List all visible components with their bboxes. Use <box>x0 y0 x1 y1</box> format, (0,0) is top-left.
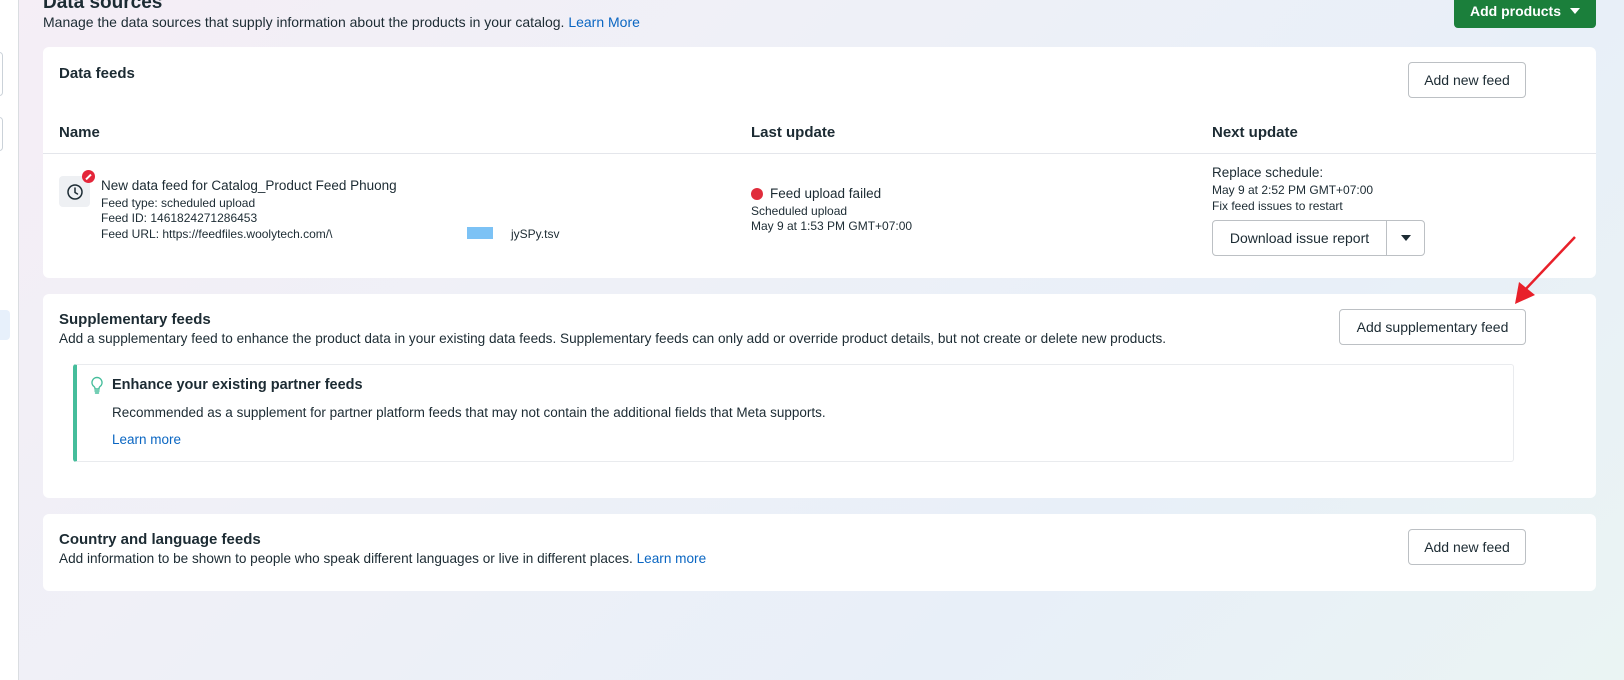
page-subtitle-text: Manage the data sources that supply info… <box>43 14 565 30</box>
chevron-down-icon <box>1570 8 1580 14</box>
feed-type: Feed type: scheduled upload <box>101 196 256 210</box>
lightbulb-icon <box>90 376 104 399</box>
country-description-text: Add information to be shown to people wh… <box>59 551 633 566</box>
column-header-name[interactable]: Name <box>59 124 100 141</box>
sidebar-selected-item[interactable] <box>0 310 10 340</box>
page-subtitle: Manage the data sources that supply info… <box>43 14 640 30</box>
next-update-time: May 9 at 2:52 PM GMT+07:00 <box>1212 183 1374 197</box>
country-language-feeds-card: Country and language feeds Add informati… <box>43 514 1596 591</box>
data-feeds-title: Data feeds <box>59 65 135 82</box>
add-new-feed-button[interactable]: Add new feed <box>1408 62 1526 98</box>
error-status-dot <box>751 188 763 200</box>
download-issue-report-split-button: Download issue report <box>1212 220 1425 256</box>
column-header-last-update[interactable]: Last update <box>751 124 835 141</box>
next-update-note: Fix feed issues to restart <box>1212 199 1343 213</box>
column-header-next-update[interactable]: Next update <box>1212 124 1298 141</box>
feed-status: Feed upload failed <box>770 186 882 201</box>
add-products-button[interactable]: Add products <box>1454 0 1596 28</box>
download-options-dropdown[interactable] <box>1387 221 1424 255</box>
country-language-feeds-description: Add information to be shown to people wh… <box>59 551 706 566</box>
tip-text: Recommended as a supplement for partner … <box>112 405 826 420</box>
feed-url-tail: jySPy.tsv <box>511 227 560 241</box>
feed-name-link[interactable]: New data feed for Catalog_Product Feed P… <box>101 178 397 193</box>
add-supplementary-feed-button[interactable]: Add supplementary feed <box>1339 309 1526 345</box>
enhance-partner-feeds-tip: Enhance your existing partner feeds Reco… <box>73 364 1514 462</box>
annotation-arrow-icon <box>1515 236 1576 304</box>
sidebar-control-1[interactable] <box>0 52 3 96</box>
error-badge-icon <box>82 170 95 183</box>
next-update-label: Replace schedule: <box>1212 165 1324 180</box>
feed-url: Feed URL: https://feedfiles.woolytech.co… <box>101 227 333 241</box>
left-sidebar <box>0 0 19 680</box>
country-language-feeds-title: Country and language feeds <box>59 531 261 548</box>
divider <box>43 153 1596 154</box>
download-issue-report-button[interactable]: Download issue report <box>1213 221 1387 255</box>
feed-id: Feed ID: 1461824271286453 <box>101 211 258 225</box>
sidebar-control-2[interactable] <box>0 117 3 151</box>
add-products-label: Add products <box>1470 3 1561 19</box>
supplementary-feeds-card: Supplementary feeds Add a supplementary … <box>43 294 1596 498</box>
last-update-type: Scheduled upload <box>751 204 848 218</box>
country-learn-more-link[interactable]: Learn more <box>637 551 707 566</box>
redaction-block <box>467 227 493 239</box>
page-title: Data sources <box>43 0 163 13</box>
data-feeds-card: Data feeds Add new feed Name Last update… <box>43 47 1596 278</box>
tip-title: Enhance your existing partner feeds <box>112 377 363 393</box>
supplementary-feeds-description: Add a supplementary feed to enhance the … <box>59 331 1167 346</box>
tip-learn-more-link[interactable]: Learn more <box>112 432 181 447</box>
supplementary-feeds-title: Supplementary feeds <box>59 311 211 328</box>
add-country-feed-button[interactable]: Add new feed <box>1408 529 1526 565</box>
learn-more-link[interactable]: Learn More <box>568 14 640 30</box>
chevron-down-icon <box>1400 235 1411 241</box>
last-update-time: May 9 at 1:53 PM GMT+07:00 <box>751 219 913 233</box>
clock-icon <box>59 170 95 207</box>
